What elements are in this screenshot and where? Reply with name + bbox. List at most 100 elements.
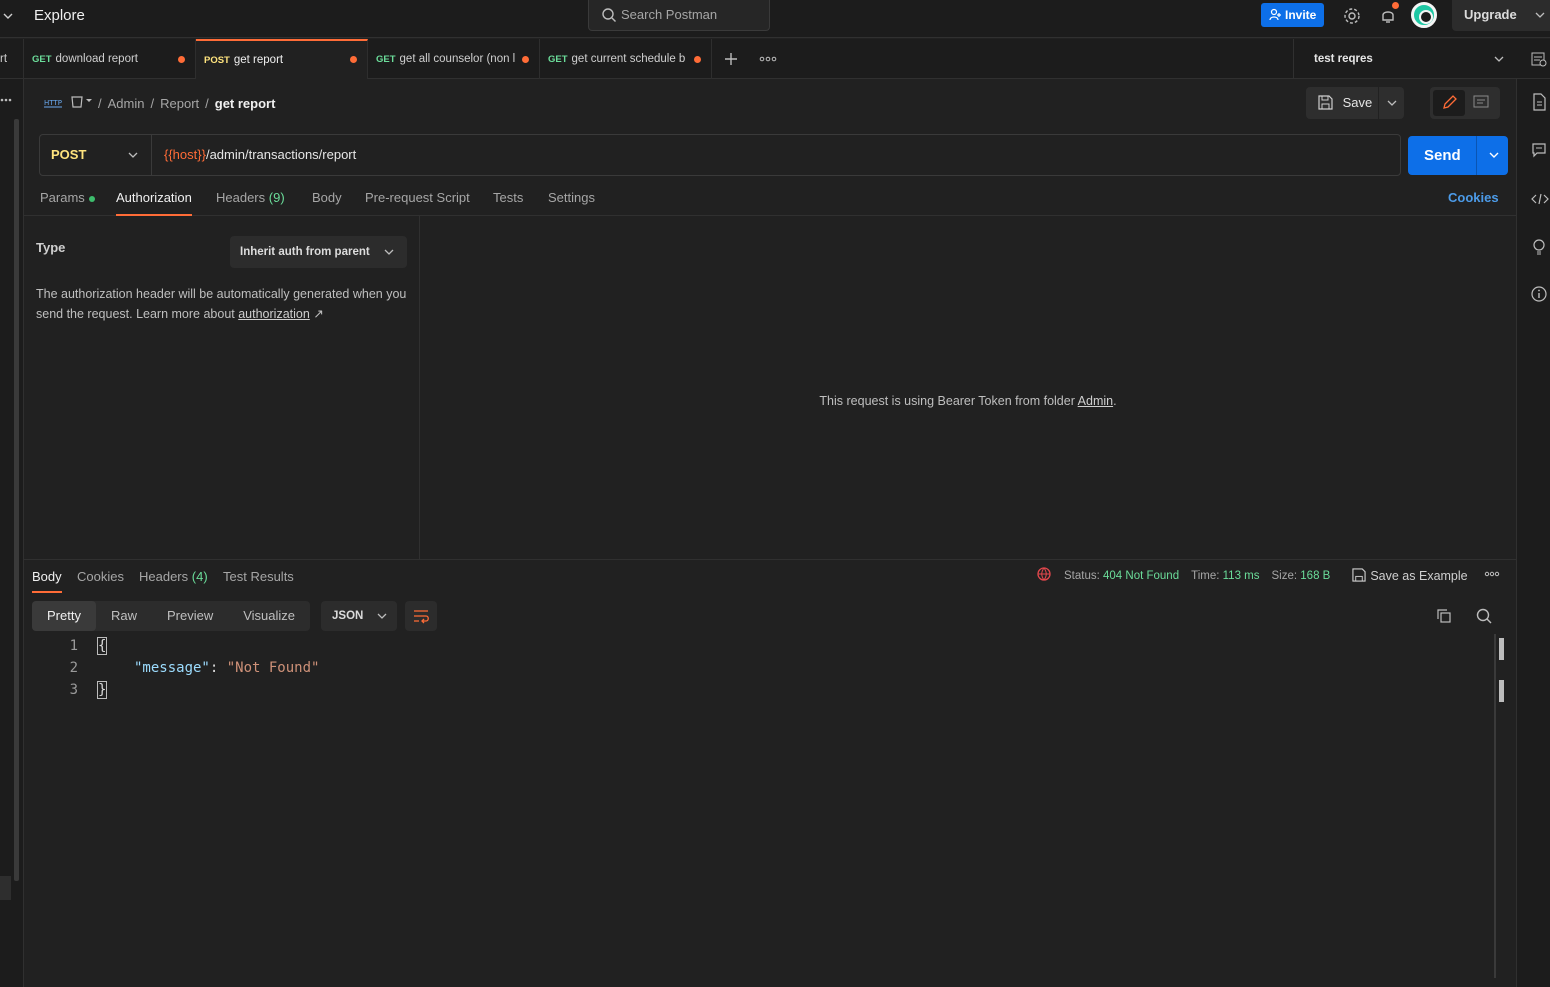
explore-title[interactable]: Explore [34, 7, 85, 24]
pencil-icon [1443, 95, 1457, 109]
more-icon[interactable] [1484, 560, 1500, 593]
chevron-down-icon[interactable] [2, 10, 16, 28]
save-icon [1352, 568, 1366, 582]
response-tab-cookies[interactable]: Cookies [77, 560, 124, 593]
tab-label: Pre-request Script [365, 190, 470, 205]
plus-icon[interactable] [723, 51, 739, 70]
cookies-link[interactable]: Cookies [1448, 180, 1499, 216]
chevron-down-icon [376, 601, 388, 643]
tab-get-current-schedule[interactable]: GET get current schedule b [540, 39, 712, 79]
folder-admin-link[interactable]: Admin [1078, 394, 1113, 408]
search-icon[interactable] [1475, 607, 1493, 628]
search-icon [602, 8, 616, 22]
tab-authorization[interactable]: Authorization [116, 180, 192, 216]
chevron-down-icon[interactable] [1386, 87, 1398, 131]
search-bar[interactable]: Search Postman [588, 0, 770, 31]
size-value[interactable]: 168 B [1300, 560, 1330, 593]
wrap-lines-button[interactable] [405, 601, 437, 631]
sidebar-item-partial[interactable] [0, 876, 11, 900]
svg-text:HTTP: HTTP [44, 99, 62, 107]
top-bar: Explore Search Postman Invite Upgrade [0, 0, 1550, 38]
tab-pre-request-script[interactable]: Pre-request Script [365, 180, 470, 216]
view-mode-toggle [1430, 87, 1500, 119]
status-label: Status: [1064, 570, 1100, 582]
tab-settings[interactable]: Settings [548, 180, 595, 216]
edit-mode-button[interactable] [1433, 90, 1465, 116]
settings-gear-icon[interactable] [1341, 5, 1363, 27]
request-name[interactable]: get report [215, 96, 276, 111]
auth-description-text: The authorization header will be automat… [36, 287, 407, 321]
code-line: } [96, 681, 108, 699]
tab-label: get report [233, 54, 284, 66]
comment-mode-icon[interactable] [1472, 94, 1490, 115]
tab-label: Settings [548, 190, 595, 205]
environment-quick-look-icon[interactable] [1530, 51, 1548, 70]
http-icon: HTTP [44, 95, 62, 112]
auth-message-suffix: . [1113, 394, 1117, 408]
breadcrumb-sep: / [150, 95, 155, 111]
copy-icon[interactable] [1435, 607, 1453, 628]
more-icon[interactable] [0, 93, 12, 108]
breadcrumb-sep: / [205, 95, 209, 111]
url-input[interactable]: {{host}}/admin/transactions/report [164, 135, 356, 175]
environment-selector[interactable]: test reqres [1293, 39, 1517, 79]
view-preview[interactable]: Preview [152, 601, 228, 631]
chevron-down-icon[interactable] [1534, 0, 1546, 41]
format-value: JSON [332, 610, 364, 622]
response-panel: Body Cookies Headers (4) Test Results St… [24, 559, 1516, 987]
tab-headers[interactable]: Headers (9) [216, 180, 285, 216]
tab-label: Tests [493, 190, 524, 205]
line-number: 3 [69, 682, 78, 698]
authorization-link[interactable]: authorization [238, 307, 310, 321]
send-label: Send [1424, 147, 1461, 164]
more-tabs-icon[interactable] [759, 51, 777, 70]
upgrade-button[interactable]: Upgrade [1452, 0, 1550, 31]
status-value[interactable]: 404 Not Found [1103, 560, 1179, 593]
tab-get-all-counselor[interactable]: GET get all counselor (non l [368, 39, 540, 79]
view-visualize[interactable]: Visualize [228, 601, 310, 631]
tab-params[interactable]: Params [40, 180, 95, 216]
sidebar-scrollbar[interactable] [14, 119, 19, 881]
tab-tests[interactable]: Tests [493, 180, 523, 216]
lightbulb-icon[interactable] [1531, 238, 1547, 259]
method-value: POST [51, 147, 87, 162]
save-label: Save [1342, 95, 1373, 110]
save-as-example-button[interactable]: Save as Example [1352, 560, 1468, 593]
code-line: { [96, 637, 108, 655]
view-pretty[interactable]: Pretty [32, 601, 96, 631]
add-user-icon [1269, 8, 1281, 21]
avatar[interactable] [1411, 2, 1437, 28]
environment-name: test reqres [1314, 53, 1373, 65]
tab-partial[interactable]: rt [0, 39, 24, 79]
response-tab-test-results[interactable]: Test Results [223, 560, 294, 593]
save-button[interactable]: Save [1306, 87, 1404, 119]
format-select[interactable]: JSON [321, 601, 397, 631]
tab-get-report[interactable]: POST get report [196, 39, 368, 79]
response-scrollbar[interactable] [1494, 634, 1496, 978]
wrap-icon [414, 610, 429, 624]
comments-icon[interactable] [1531, 142, 1547, 161]
documentation-icon[interactable] [1531, 93, 1547, 114]
url-bar: POST {{host}}/admin/transactions/report [39, 134, 1401, 176]
breadcrumb-report[interactable]: Report [160, 96, 199, 111]
tab-download-report[interactable]: GET download report [24, 39, 196, 79]
collection-icon[interactable] [70, 95, 94, 112]
response-tab-body[interactable]: Body [32, 560, 62, 593]
invite-button[interactable]: Invite [1261, 3, 1324, 27]
save-icon [1318, 95, 1333, 110]
send-button[interactable]: Send [1408, 136, 1508, 175]
code-icon[interactable] [1531, 191, 1549, 210]
response-meta: Status: 404 Not Found Time: 113 ms Size:… [1036, 560, 1500, 593]
breadcrumb-admin[interactable]: Admin [108, 96, 145, 111]
json-colon: : [209, 660, 227, 676]
response-tab-headers[interactable]: Headers (4) [139, 560, 208, 593]
auth-type-select[interactable]: Inherit auth from parent [230, 236, 407, 268]
time-value[interactable]: 113 ms [1223, 560, 1260, 593]
network-error-icon[interactable] [1036, 560, 1052, 593]
method-select[interactable]: POST [40, 135, 152, 175]
view-raw[interactable]: Raw [96, 601, 152, 631]
breadcrumb-sep: / [98, 95, 102, 111]
line-number: 2 [69, 660, 78, 676]
tab-body[interactable]: Body [312, 180, 342, 216]
info-icon[interactable] [1531, 286, 1547, 305]
